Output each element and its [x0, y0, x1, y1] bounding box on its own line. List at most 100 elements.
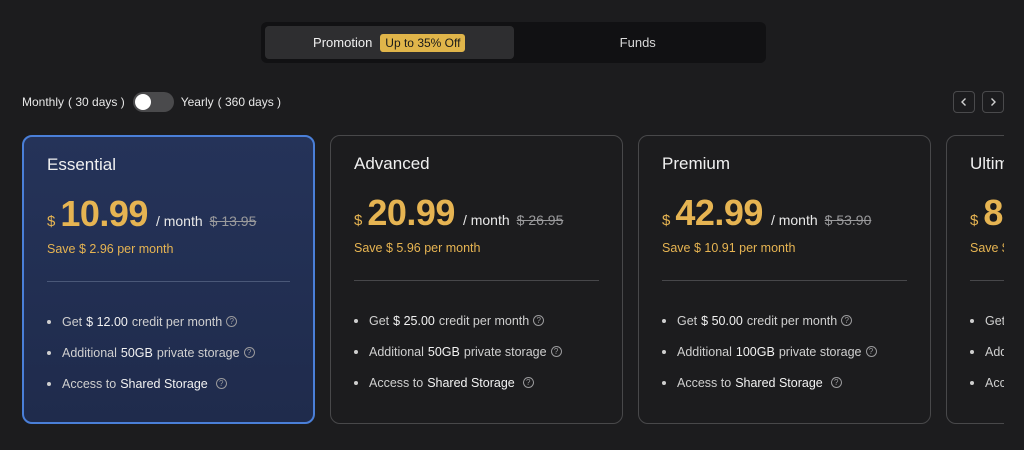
- feature-text: Access to: [62, 376, 117, 391]
- bullet: [354, 318, 358, 323]
- billing-period-switch[interactable]: [132, 92, 174, 112]
- feature-list: Get $ 12.00 credit per month? Additional 50…: [47, 306, 255, 399]
- price-amount: 20.99: [367, 192, 455, 233]
- original-price: $ 53.90: [824, 212, 872, 228]
- feature-item: Get $ 50.00 credit per month?: [662, 305, 877, 336]
- bullet: [47, 319, 51, 324]
- plan-cards: Essential $ 10.99 / month $ 13.95 Save $…: [22, 135, 1004, 425]
- tab-promotion[interactable]: Promotion Up to 35% Off: [265, 26, 514, 59]
- feature-text: Access to: [677, 375, 732, 390]
- tab-funds-label: Funds: [619, 35, 656, 50]
- feature-value: $ 50.00: [701, 313, 743, 328]
- plan-card-advanced[interactable]: Advanced $ 20.99 / month $ 26.95 Save $ …: [330, 135, 623, 424]
- bullet: [354, 380, 358, 385]
- feature-value: 50GB: [120, 345, 153, 360]
- price-period: / month: [462, 212, 510, 228]
- help-icon[interactable]: ?: [841, 315, 853, 326]
- help-icon[interactable]: ?: [215, 378, 227, 389]
- chevron-right-icon: [991, 98, 996, 106]
- switch-knob: [134, 94, 151, 110]
- feature-value: 50GB: [427, 344, 460, 359]
- feature-item: Additional 50GB private storage?: [354, 336, 562, 367]
- feature-text: credit per month: [438, 313, 530, 328]
- price-period: / month: [155, 213, 203, 229]
- currency: $: [354, 212, 363, 229]
- bullet: [47, 350, 51, 355]
- feature-list: Get $ 25.00 credit per month? Additional 50…: [354, 305, 562, 398]
- help-icon[interactable]: ?: [522, 377, 534, 388]
- divider: [354, 280, 599, 281]
- price-amount: 10.99: [60, 193, 148, 234]
- savings-text: Save $: [970, 241, 1004, 255]
- divider: [970, 280, 1004, 281]
- price-row: $ 42.99 / month $ 53.90: [662, 192, 871, 234]
- yearly-days: ( 360 days ): [217, 95, 282, 109]
- original-price: $ 13.95: [209, 213, 257, 229]
- feature-text: Get: [369, 313, 390, 328]
- feature-text: Access to: [369, 375, 424, 390]
- feature-value: $ 12.00: [86, 314, 128, 329]
- feature-value: Shared Storage: [427, 375, 515, 390]
- help-icon[interactable]: ?: [865, 346, 877, 357]
- feature-list: Get Add Acc: [970, 305, 1004, 398]
- feature-list: Get $ 50.00 credit per month? Additional 10…: [662, 305, 877, 398]
- divider: [662, 280, 907, 281]
- prev-button[interactable]: [953, 91, 975, 113]
- price-row: $ 8: [970, 192, 1003, 234]
- currency: $: [970, 212, 979, 229]
- bullet: [662, 380, 666, 385]
- help-icon[interactable]: ?: [243, 347, 255, 358]
- feature-text: Additional: [62, 345, 117, 360]
- help-icon[interactable]: ?: [550, 346, 562, 357]
- feature-text: Additional: [369, 344, 424, 359]
- help-icon[interactable]: ?: [830, 377, 842, 388]
- feature-text: private storage: [463, 344, 547, 359]
- monthly-label: Monthly: [22, 95, 65, 109]
- bullet: [662, 349, 666, 354]
- feature-item: Access to Shared Storage?: [354, 367, 562, 398]
- feature-item: Access to Shared Storage?: [47, 368, 255, 399]
- feature-item: Acc: [970, 367, 1004, 398]
- feature-value: Shared Storage: [735, 375, 823, 390]
- next-button[interactable]: [982, 91, 1004, 113]
- original-price: $ 26.95: [516, 212, 564, 228]
- price-amount: 8: [983, 192, 1003, 233]
- feature-item: Get $ 12.00 credit per month?: [47, 306, 255, 337]
- plan-name: Ultim: [970, 154, 1004, 173]
- monthly-days: ( 30 days ): [68, 95, 125, 109]
- help-icon[interactable]: ?: [226, 316, 238, 327]
- bullet: [47, 381, 51, 386]
- feature-item: Additional 100GB private storage?: [662, 336, 877, 367]
- price-row: $ 10.99 / month $ 13.95: [47, 193, 256, 235]
- bullet: [662, 318, 666, 323]
- feature-value: $ 25.00: [393, 313, 435, 328]
- plan-card-essential[interactable]: Essential $ 10.99 / month $ 13.95 Save $…: [22, 135, 315, 424]
- tab-funds[interactable]: Funds: [514, 26, 763, 59]
- savings-text: Save $ 10.91 per month: [662, 241, 796, 255]
- bullet: [970, 380, 974, 385]
- plan-name: Essential: [47, 155, 116, 174]
- feature-value: 100GB: [735, 344, 775, 359]
- feature-text: Add: [985, 344, 1004, 359]
- help-icon[interactable]: ?: [533, 315, 545, 326]
- feature-item: Get $ 25.00 credit per month?: [354, 305, 562, 336]
- yearly-label: Yearly: [180, 95, 214, 109]
- feature-value: Shared Storage: [120, 376, 208, 391]
- savings-text: Save $ 2.96 per month: [47, 242, 174, 256]
- plan-card-ultimate[interactable]: Ultim $ 8 Save $ Get Add Acc: [946, 135, 1004, 424]
- feature-text: private storage: [156, 345, 240, 360]
- price-amount: 42.99: [675, 192, 763, 233]
- bullet: [970, 349, 974, 354]
- bullet: [354, 349, 358, 354]
- feature-text: Additional: [677, 344, 732, 359]
- plan-card-premium[interactable]: Premium $ 42.99 / month $ 53.90 Save $ 1…: [638, 135, 931, 424]
- feature-item: Access to Shared Storage?: [662, 367, 877, 398]
- bullet: [970, 318, 974, 323]
- divider: [47, 281, 290, 282]
- chevron-left-icon: [961, 98, 966, 106]
- price-period: / month: [770, 212, 818, 228]
- feature-item: Get: [970, 305, 1004, 336]
- feature-text: Get: [677, 313, 698, 328]
- price-row: $ 20.99 / month $ 26.95: [354, 192, 563, 234]
- feature-text: credit per month: [131, 314, 223, 329]
